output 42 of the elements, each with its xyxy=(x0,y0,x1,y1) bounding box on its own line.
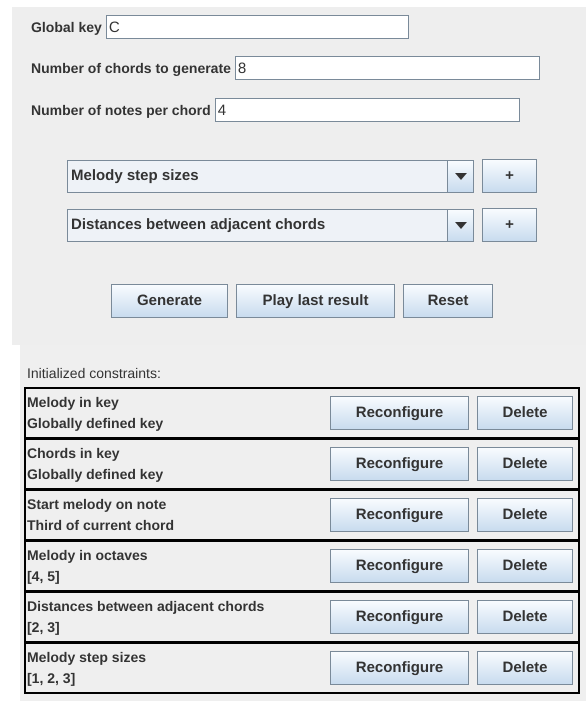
reconfigure-button[interactable]: Reconfigure xyxy=(330,549,469,583)
section-heading: Initialized constraints: xyxy=(26,364,162,382)
constraint-detail: [4, 5] xyxy=(27,567,61,586)
field-label: Number of notes per chord xyxy=(31,100,211,120)
constraint-detail: [1, 2, 3] xyxy=(27,669,76,688)
input-field[interactable]: 4 xyxy=(214,98,520,122)
add-button[interactable]: + xyxy=(482,208,537,242)
delete-button[interactable]: Delete xyxy=(477,447,573,481)
reconfigure-button[interactable]: Reconfigure xyxy=(330,600,469,634)
constraint-detail: Globally defined key xyxy=(27,465,164,484)
input-field[interactable]: C xyxy=(106,15,409,39)
dropdown-value: Melody step sizes xyxy=(70,166,200,186)
constraint-detail: Globally defined key xyxy=(27,414,164,433)
reconfigure-button[interactable]: Reconfigure xyxy=(330,396,469,430)
reset-button[interactable]: Reset xyxy=(403,284,493,318)
caret-icon[interactable] xyxy=(454,222,466,228)
generate-button[interactable]: Generate xyxy=(111,284,228,318)
delete-button[interactable]: Delete xyxy=(477,549,573,583)
dropdown-value: Distances between adjacent chords xyxy=(70,214,326,235)
constraint-name: Melody in key xyxy=(27,393,120,412)
delete-button[interactable]: Delete xyxy=(477,651,573,685)
field-label: Number of chords to generate xyxy=(31,58,231,78)
caret-icon[interactable] xyxy=(454,172,466,180)
reconfigure-button[interactable]: Reconfigure xyxy=(330,651,469,685)
constraint-name: Melody step sizes xyxy=(27,648,148,667)
reconfigure-button[interactable]: Reconfigure xyxy=(330,498,469,532)
constraint-name: Chords in key xyxy=(27,444,121,463)
add-button[interactable]: + xyxy=(482,159,537,193)
play-button[interactable]: Play last result xyxy=(236,284,395,318)
constraint-detail: [2, 3] xyxy=(27,618,61,637)
delete-button[interactable]: Delete xyxy=(477,498,573,532)
constraint-name: Start melody on note xyxy=(27,495,168,514)
reconfigure-button[interactable]: Reconfigure xyxy=(330,447,469,481)
constraint-name: Distances between adjacent chords xyxy=(27,597,266,616)
dropdown[interactable]: Melody step sizes xyxy=(67,160,474,192)
input-field[interactable]: 8 xyxy=(234,56,540,80)
dropdown[interactable]: Distances between adjacent chords xyxy=(67,208,474,242)
constraint-detail: Third of current chord xyxy=(27,516,175,535)
delete-button[interactable]: Delete xyxy=(477,396,573,430)
field-label: Global key xyxy=(31,18,102,37)
constraint-name: Melody in octaves xyxy=(27,546,149,565)
delete-button[interactable]: Delete xyxy=(477,600,573,634)
